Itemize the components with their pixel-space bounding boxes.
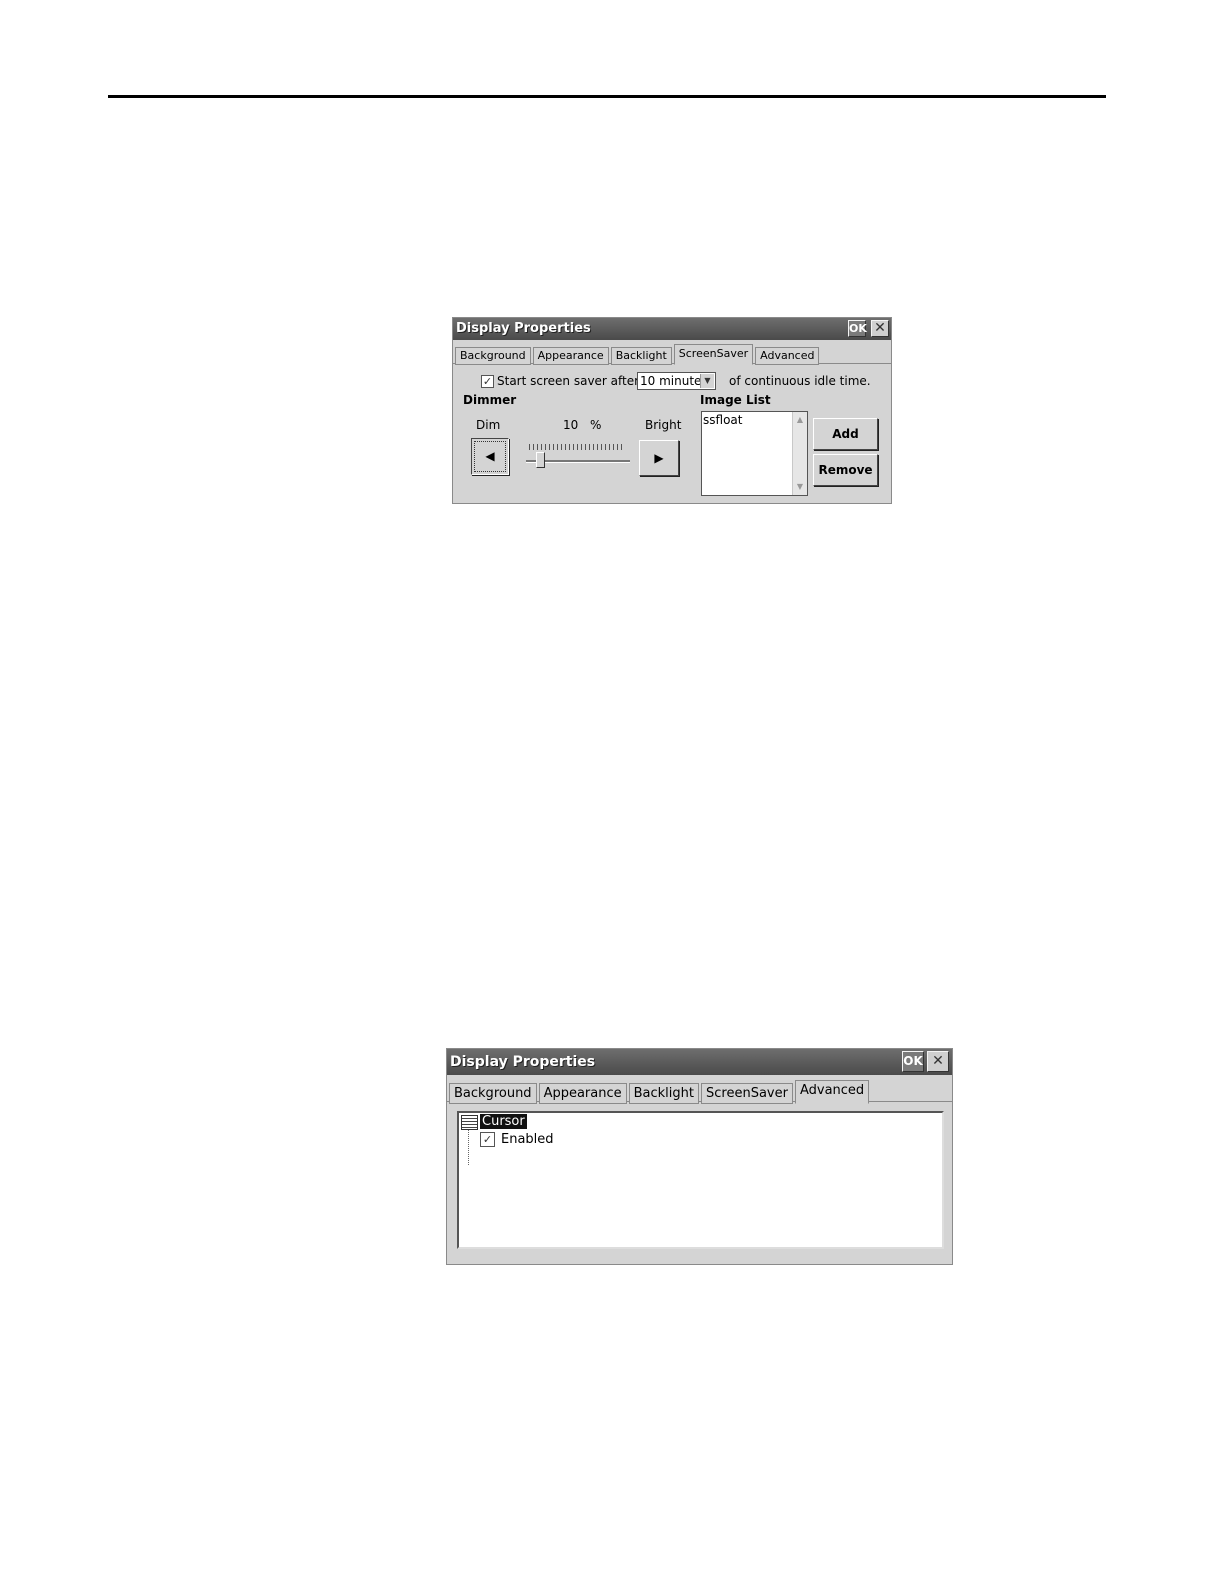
screensaver-timeout-select[interactable]: 10 minutes ▼ [637, 372, 716, 390]
ok-button[interactable]: OK [848, 320, 867, 337]
tree-node-icon[interactable] [461, 1115, 478, 1130]
dim-label: Dim [476, 418, 501, 432]
add-button[interactable]: Add [813, 418, 878, 450]
dialog-titlebar: Display Properties [453, 318, 891, 340]
list-item[interactable]: ssfloat [703, 413, 742, 427]
tab-appearance[interactable]: Appearance [538, 1083, 627, 1104]
dimmer-value: 10 [563, 418, 579, 432]
tab-backlight[interactable]: Backlight [628, 1083, 699, 1104]
tab-screensaver[interactable]: ScreenSaver [701, 1083, 793, 1104]
right-arrow-icon: ▶ [654, 451, 664, 465]
scroll-down-icon[interactable]: ▼ [793, 480, 807, 494]
ok-button[interactable]: OK [902, 1051, 924, 1072]
checkmark-icon: ✓ [482, 375, 493, 388]
tab-advanced[interactable]: Advanced [755, 347, 820, 365]
tab-background[interactable]: Background [455, 347, 531, 365]
page-header-rule [108, 95, 1106, 98]
tree-connector-line [468, 1130, 470, 1165]
cursor-enabled-checkbox[interactable]: ✓ [480, 1132, 495, 1147]
display-properties-dialog-advanced: Display Properties OK ✕ Background Appea… [446, 1048, 953, 1265]
chevron-down-icon[interactable]: ▼ [700, 374, 714, 388]
tab-strip: Background Appearance Backlight ScreenSa… [455, 344, 821, 365]
remove-button[interactable]: Remove [813, 454, 878, 486]
screensaver-timeout-value: 10 minutes [640, 374, 708, 388]
tab-advanced[interactable]: Advanced [794, 1080, 870, 1104]
dialog-titlebar: Display Properties [447, 1049, 952, 1075]
image-list-heading: Image List [700, 393, 771, 407]
checkmark-icon: ✓ [482, 1133, 493, 1146]
dialog-title: Display Properties [450, 1054, 596, 1070]
close-icon[interactable]: ✕ [871, 320, 889, 337]
close-icon[interactable]: ✕ [927, 1051, 949, 1072]
add-button-label: Add [832, 427, 859, 441]
tab-appearance[interactable]: Appearance [532, 347, 609, 365]
idle-time-suffix: of continuous idle time. [729, 374, 871, 388]
tab-backlight[interactable]: Backlight [610, 347, 672, 365]
display-properties-dialog-screensaver: Display Properties OK ✕ Background Appea… [452, 317, 892, 504]
bright-label: Bright [645, 418, 682, 432]
brightness-slider-thumb[interactable] [536, 452, 546, 468]
advanced-settings-tree[interactable]: Cursor ✓ Enabled [457, 1111, 944, 1249]
tab-screensaver[interactable]: ScreenSaver [673, 344, 754, 365]
remove-button-label: Remove [818, 463, 873, 477]
tab-strip: Background Appearance Backlight ScreenSa… [449, 1080, 871, 1104]
left-arrow-icon: ◀ [485, 449, 495, 463]
dim-button[interactable]: ◀ [471, 438, 509, 475]
image-list-scrollbar[interactable]: ▲ ▼ [792, 412, 807, 495]
cursor-enabled-label: Enabled [501, 1132, 554, 1147]
dimmer-heading: Dimmer [463, 393, 517, 407]
start-screensaver-label: Start screen saver after [497, 374, 640, 388]
dialog-title: Display Properties [456, 321, 591, 336]
start-screensaver-checkbox[interactable]: ✓ [481, 375, 494, 388]
tree-node-cursor[interactable]: Cursor [480, 1114, 527, 1129]
scroll-up-icon[interactable]: ▲ [793, 413, 807, 427]
image-listbox[interactable]: ssfloat ▲ ▼ [701, 411, 808, 496]
slider-ticks [529, 444, 625, 450]
tab-background[interactable]: Background [449, 1083, 537, 1104]
dimmer-unit: % [590, 418, 602, 432]
bright-button[interactable]: ▶ [639, 440, 679, 476]
